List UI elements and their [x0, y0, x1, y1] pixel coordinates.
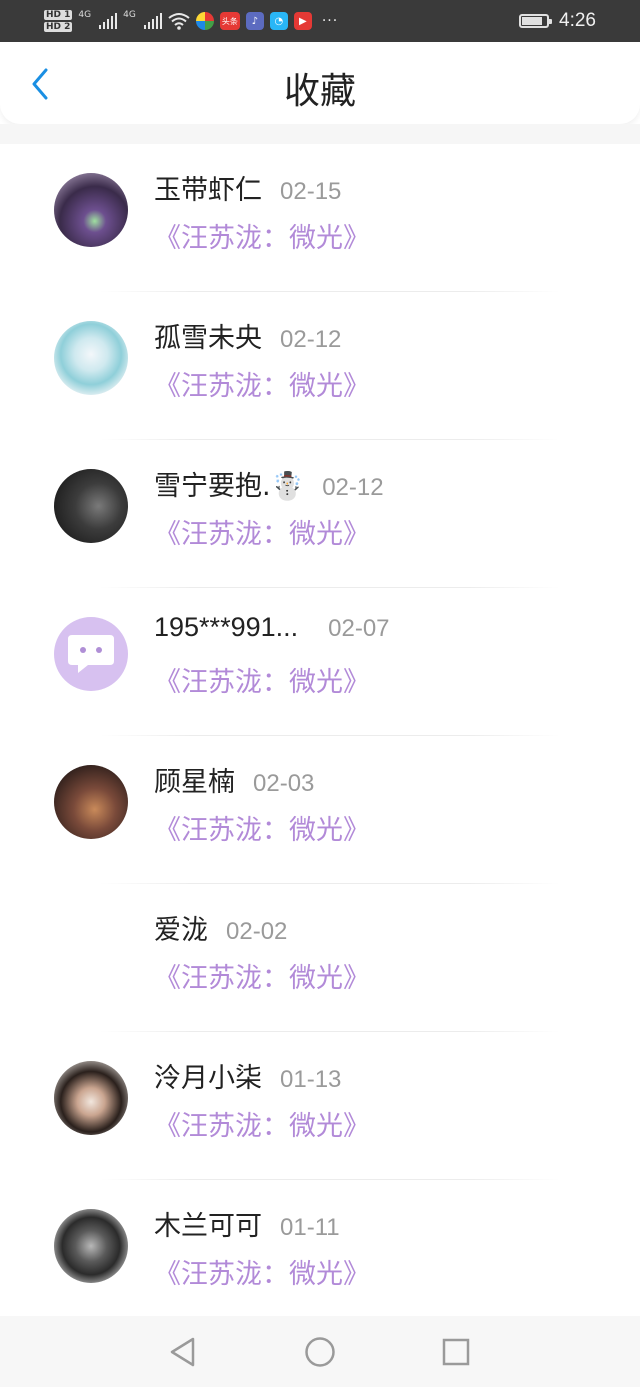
list-item[interactable]: 爱泷 02-02 《汪苏泷：微光》 — [0, 884, 640, 1032]
browser-app-icon: ◔ — [269, 12, 288, 30]
triangle-back-icon — [170, 1337, 195, 1367]
user-name[interactable]: 孤雪未央 — [154, 316, 262, 355]
app-colorful-icon — [195, 12, 214, 30]
song-title[interactable]: 《汪苏泷：微光》 — [154, 1252, 370, 1291]
more-notifications: ··· — [321, 13, 339, 29]
square-recents-icon — [442, 1338, 470, 1366]
nav-home-button[interactable] — [304, 1336, 336, 1368]
toutiao-icon: 头条 — [219, 12, 240, 30]
user-name[interactable]: 玉带虾仁 — [154, 168, 262, 207]
favorite-date: 02-12 — [280, 326, 342, 353]
favorite-date: 02-12 — [322, 474, 384, 501]
signal-1-icon — [99, 13, 118, 29]
default-avatar[interactable] — [54, 617, 128, 691]
avatar[interactable] — [54, 469, 128, 543]
song-title[interactable]: 《汪苏泷：微光》 — [154, 216, 370, 255]
list-item[interactable]: 木兰可可 01-11 《汪苏泷：微光》 — [0, 1180, 640, 1328]
user-name[interactable]: 顾星楠 — [154, 760, 235, 799]
list-item[interactable]: 雪宁要抱.☃️ 02-12 《汪苏泷：微光》 — [0, 440, 640, 588]
wifi-icon — [168, 13, 190, 30]
clock: 4:26 — [559, 10, 596, 31]
system-nav-bar — [0, 1316, 640, 1387]
circle-home-icon — [305, 1337, 335, 1367]
user-name[interactable]: 泠月小柒 — [154, 1056, 262, 1095]
avatar[interactable] — [54, 1061, 128, 1135]
favorites-list: 玉带虾仁 02-15 《汪苏泷：微光》 孤雪未央 02-12 《汪苏泷：微光》 雪宁… — [0, 144, 640, 1328]
signal-2-icon — [143, 13, 162, 29]
favorite-date: 02-03 — [253, 770, 315, 797]
user-name[interactable]: 爱泷 — [154, 908, 208, 947]
user-name[interactable]: 雪宁要抱.☃️ — [154, 464, 304, 503]
favorite-date: 01-11 — [280, 1214, 340, 1241]
song-title[interactable]: 《汪苏泷：微光》 — [154, 660, 370, 699]
avatar[interactable] — [54, 321, 128, 395]
hd-indicators: HD 1 HD 2 — [44, 10, 73, 32]
music-app-icon: ♪ — [245, 12, 264, 30]
avatar[interactable] — [54, 173, 128, 247]
favorite-date: 02-15 — [280, 178, 342, 205]
list-item[interactable]: 玉带虾仁 02-15 《汪苏泷：微光》 — [0, 144, 640, 292]
list-item[interactable]: 195***991... 02-07 《汪苏泷：微光》 — [0, 588, 640, 736]
nav-recents-button[interactable] — [440, 1336, 472, 1368]
favorite-date: 01-13 — [280, 1066, 342, 1093]
avatar[interactable] — [54, 1209, 128, 1283]
song-title[interactable]: 《汪苏泷：微光》 — [154, 1104, 370, 1143]
list-item[interactable]: 孤雪未央 02-12 《汪苏泷：微光》 — [0, 292, 640, 440]
favorite-date: 02-07 — [328, 615, 390, 642]
battery-icon — [519, 14, 553, 28]
song-title[interactable]: 《汪苏泷：微光》 — [154, 512, 370, 551]
avatar[interactable] — [54, 913, 128, 987]
chat-bubble-icon — [68, 635, 114, 673]
status-bar: HD 1 HD 2 4G 4G 头条 ♪ ◔ ▶ ··· 4:26 — [0, 0, 640, 42]
user-name[interactable]: 195***991... — [154, 612, 298, 643]
video-app-icon: ▶ — [293, 12, 312, 30]
header-separator — [0, 124, 640, 144]
network-type-2: 4G — [123, 10, 136, 20]
network-type-1: 4G — [78, 10, 92, 20]
song-title[interactable]: 《汪苏泷：微光》 — [154, 808, 370, 847]
avatar[interactable] — [54, 765, 128, 839]
list-item[interactable]: 顾星楠 02-03 《汪苏泷：微光》 — [0, 736, 640, 884]
nav-back-button[interactable] — [167, 1336, 199, 1368]
user-name[interactable]: 木兰可可 — [154, 1204, 262, 1243]
song-title[interactable]: 《汪苏泷：微光》 — [154, 956, 370, 995]
favorite-date: 02-02 — [226, 918, 288, 945]
song-title[interactable]: 《汪苏泷：微光》 — [154, 364, 370, 403]
list-item[interactable]: 泠月小柒 01-13 《汪苏泷：微光》 — [0, 1032, 640, 1180]
